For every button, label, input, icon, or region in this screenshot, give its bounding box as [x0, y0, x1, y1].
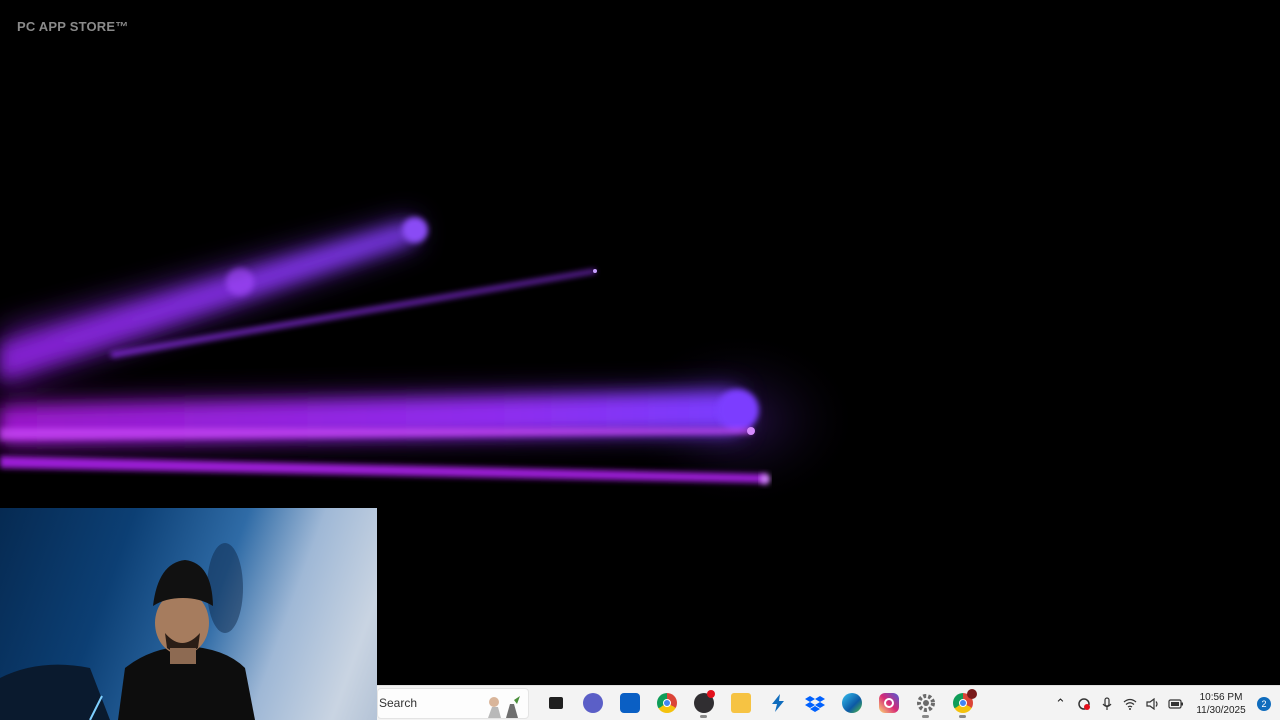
- microsoft-store-icon: [619, 693, 640, 713]
- file-explorer-button[interactable]: [722, 687, 759, 719]
- power-automate-button[interactable]: [759, 687, 796, 719]
- chrome-icon: [656, 693, 677, 713]
- instagram-button[interactable]: [870, 687, 907, 719]
- clock[interactable]: 10:56 PM 11/30/2025: [1189, 691, 1253, 717]
- speaker-icon: [1145, 697, 1158, 710]
- teams-chat-button[interactable]: [574, 687, 611, 719]
- edge-button[interactable]: [833, 687, 870, 719]
- taskbar: ⌃ 10:56 PM 11/30/2025 2: [377, 685, 1280, 720]
- file-explorer-icon: [730, 693, 751, 713]
- pinned-apps: [537, 687, 981, 719]
- edge-icon: [841, 693, 862, 713]
- search-input[interactable]: [378, 696, 478, 710]
- search-highlight-illustration-icon: [488, 695, 520, 718]
- running-indicator: [700, 715, 707, 718]
- microphone-button[interactable]: [1095, 688, 1118, 720]
- running-indicator: [959, 715, 966, 718]
- battery-icon: [1167, 698, 1183, 709]
- running-indicator: [922, 715, 929, 718]
- notification-count-badge[interactable]: 2: [1257, 696, 1271, 711]
- wifi-icon: [1123, 698, 1136, 710]
- settings-icon: [916, 693, 936, 713]
- volume-button[interactable]: [1141, 688, 1164, 720]
- power-automate-icon: [768, 693, 788, 713]
- upper-light-beam: [0, 217, 428, 392]
- task-view-icon: [546, 693, 566, 713]
- dropbox-button[interactable]: [796, 687, 833, 719]
- settings-button[interactable]: [907, 687, 944, 719]
- show-hidden-icons-button[interactable]: ⌃: [1049, 688, 1072, 720]
- sync-icon: [1077, 697, 1090, 710]
- clock-time: 10:56 PM: [1199, 691, 1243, 703]
- chrome-button[interactable]: [648, 687, 685, 719]
- wifi-button[interactable]: [1118, 688, 1141, 720]
- microsoft-store-button[interactable]: [611, 687, 648, 719]
- obs-studio-button[interactable]: [685, 687, 722, 719]
- profile-avatar-badge-icon: [967, 689, 977, 699]
- webcam-overlay: [0, 508, 377, 720]
- battery-button[interactable]: [1164, 688, 1187, 720]
- dropbox-icon: [804, 693, 825, 713]
- teams-chat-icon: [582, 693, 603, 713]
- chrome-profile-button[interactable]: [944, 687, 981, 719]
- sync-status-button[interactable]: [1072, 688, 1095, 720]
- instagram-icon: [878, 693, 899, 713]
- taskbar-search-box[interactable]: [377, 687, 529, 719]
- chevron-up-icon: ⌃: [1055, 695, 1066, 711]
- recording-badge-icon: [707, 690, 715, 698]
- task-view-button[interactable]: [537, 687, 574, 719]
- clock-date: 11/30/2025: [1196, 704, 1246, 716]
- system-tray: ⌃ 10:56 PM 11/30/2025 2: [1049, 686, 1280, 720]
- microphone-icon: [1102, 696, 1111, 710]
